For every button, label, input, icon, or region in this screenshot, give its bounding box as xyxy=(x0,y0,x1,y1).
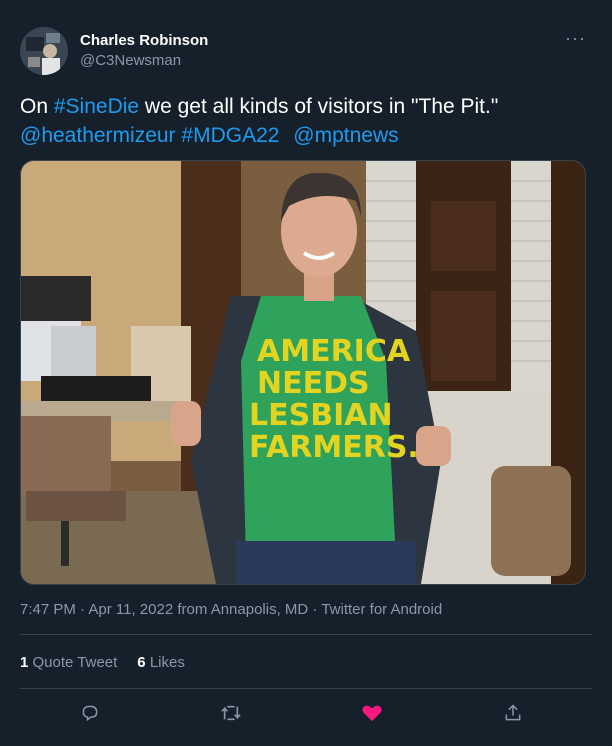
more-options-icon[interactable]: ··· xyxy=(565,28,586,49)
author-display-name[interactable]: Charles Robinson xyxy=(80,32,208,49)
quote-count: 1 xyxy=(20,654,29,671)
tweet-metadata: 7:47 PM · Apr 11, 2022 from Annapolis, M… xyxy=(20,601,442,618)
tweet-date[interactable]: Apr 11, 2022 xyxy=(88,601,173,618)
likes-stat[interactable]: 6 Likes xyxy=(137,654,185,671)
quote-label: Quote Tweet xyxy=(32,654,118,671)
tweet-actions xyxy=(0,698,612,728)
like-count: 6 xyxy=(137,654,146,671)
reply-icon xyxy=(82,705,98,722)
divider xyxy=(20,688,592,689)
hashtag-sinedie[interactable]: #SineDie xyxy=(54,95,139,118)
avatar[interactable] xyxy=(20,27,68,75)
reply-button[interactable] xyxy=(75,698,105,728)
likes-label: Likes xyxy=(149,654,185,671)
meta-separator: · xyxy=(75,601,89,618)
tweet-location: Annapolis, MD xyxy=(210,601,309,618)
shirt-text-line: LESBIAN xyxy=(249,398,393,433)
divider xyxy=(20,634,592,635)
tweet-time[interactable]: 7:47 PM xyxy=(20,601,76,618)
author-handle[interactable]: @C3Newsman xyxy=(80,52,181,69)
tweet-photo[interactable]: AMERICA NEEDS LESBIAN FARMERS. xyxy=(20,160,586,585)
retweet-icon xyxy=(221,705,241,721)
meta-separator: · xyxy=(308,601,322,618)
retweet-button[interactable] xyxy=(216,698,246,728)
meta-from: from xyxy=(173,601,211,618)
mention-mptnews[interactable]: @mptnews xyxy=(293,124,398,147)
tweet-client[interactable]: Twitter for Android xyxy=(321,601,442,618)
mention-heathermizeur[interactable]: @heathermizeur xyxy=(20,124,176,147)
shirt-text-line: NEEDS xyxy=(257,366,370,401)
share-button[interactable] xyxy=(498,698,528,728)
share-icon xyxy=(505,704,521,721)
avatar-image xyxy=(20,27,68,75)
shirt-text-line: FARMERS. xyxy=(249,430,419,465)
tweet-text-prefix: On xyxy=(20,95,54,118)
tweet-text-middle: we get all kinds of visitors in "The Pit… xyxy=(139,95,499,118)
shirt-text-line: AMERICA xyxy=(257,334,411,369)
quote-tweets-stat[interactable]: 1 Quote Tweet xyxy=(20,654,117,671)
tweet-text: On #SineDie we get all kinds of visitors… xyxy=(20,92,590,150)
photo-image: AMERICA NEEDS LESBIAN FARMERS. xyxy=(21,161,585,584)
heart-icon xyxy=(362,705,382,722)
like-button[interactable] xyxy=(357,698,387,728)
tweet-stats: 1 Quote Tweet 6 Likes xyxy=(20,654,185,671)
hashtag-mdga22[interactable]: #MDGA22 xyxy=(181,124,279,147)
tweet-detail: Charles Robinson @C3Newsman ··· On #Sine… xyxy=(0,0,612,746)
